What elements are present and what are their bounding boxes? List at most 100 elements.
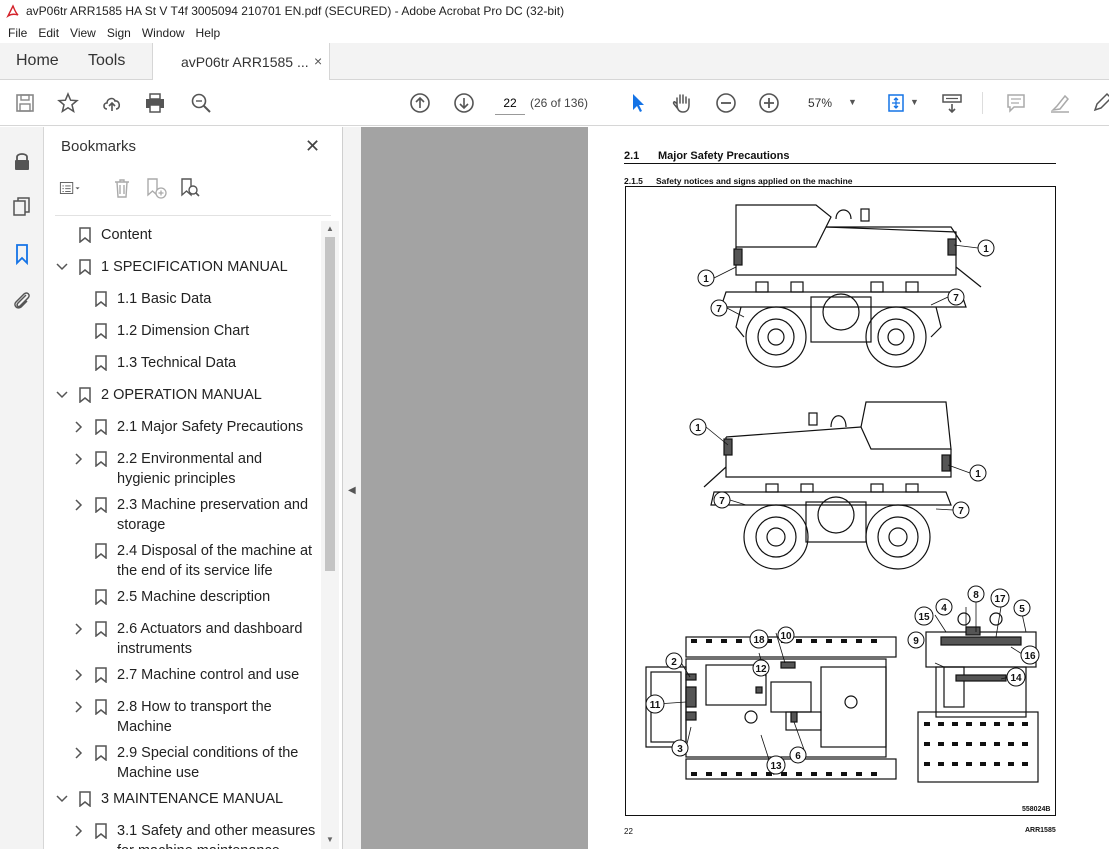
print-button[interactable] xyxy=(143,91,167,115)
fit-dropdown-icon[interactable]: ▼ xyxy=(910,97,919,107)
main-toolbar: (26 of 136) 57% ▼ ▼ xyxy=(0,80,1109,126)
bookmark-flag-icon xyxy=(95,355,107,371)
scroll-up-icon[interactable]: ▲ xyxy=(326,224,334,233)
chevron-right-icon[interactable] xyxy=(71,699,85,715)
previous-page-button[interactable] xyxy=(408,91,432,115)
comment-button[interactable] xyxy=(1004,91,1028,115)
document-view[interactable]: 2.1 Major Safety Precautions 2.1.5 Safety … xyxy=(361,127,1109,849)
chevron-right-icon[interactable] xyxy=(71,667,85,683)
attachments-panel-button[interactable] xyxy=(10,288,34,312)
list-options-icon xyxy=(59,182,80,194)
save-button[interactable] xyxy=(13,91,37,115)
lock-icon xyxy=(15,153,29,170)
menu-edit[interactable]: Edit xyxy=(34,26,66,40)
callout-label: 1 xyxy=(983,244,989,255)
panel-splitter[interactable]: ◀ xyxy=(343,127,361,849)
bookmark-flag-icon xyxy=(95,745,107,761)
menu-file[interactable]: File xyxy=(4,26,34,40)
collapse-panel-icon[interactable]: ◀ xyxy=(348,485,356,496)
bookmark-label: 2 OPERATION MANUAL xyxy=(101,387,262,403)
chevron-right-icon[interactable] xyxy=(71,451,85,467)
bookmark-flag-icon xyxy=(79,387,91,403)
section-title: Major Safety Precautions xyxy=(658,150,790,162)
pdf-page: 2.1 Major Safety Precautions 2.1.5 Safety … xyxy=(588,127,1109,849)
toolbar-separator xyxy=(982,92,983,114)
page-number: 22 xyxy=(624,827,633,836)
draw-button[interactable] xyxy=(1090,91,1109,115)
bookmarks-panel-button[interactable] xyxy=(10,242,34,266)
callout-label: 4 xyxy=(941,603,947,614)
bookmark-label-continued: instruments xyxy=(117,641,192,657)
paperclip-icon xyxy=(14,292,30,309)
subsection-heading: 2.1.5 Safety notices and signs applied on… xyxy=(624,176,853,186)
new-bookmark-button[interactable] xyxy=(145,177,171,203)
arrow-up-circle-icon xyxy=(410,93,430,113)
zoom-out-button[interactable] xyxy=(714,91,738,115)
callout-label: 7 xyxy=(953,293,959,304)
next-page-button[interactable] xyxy=(452,91,476,115)
menu-window[interactable]: Window xyxy=(138,26,192,40)
menu-view[interactable]: View xyxy=(66,26,103,40)
chevron-right-icon[interactable] xyxy=(71,621,85,637)
bookmarks-scrollbar[interactable]: ▲ ▼ xyxy=(321,221,339,849)
delete-bookmark-button[interactable] xyxy=(111,177,137,203)
bookmark-star-button[interactable] xyxy=(56,91,80,115)
bookmark-flag-icon xyxy=(95,621,107,637)
bookmark-label: 1.3 Technical Data xyxy=(117,355,237,371)
chevron-right-icon[interactable] xyxy=(71,823,85,839)
tab-close-button[interactable]: × xyxy=(314,53,322,69)
star-icon xyxy=(57,92,79,114)
chevron-right-icon[interactable] xyxy=(71,419,85,435)
bookmark-label: 3 MAINTENANCE MANUAL xyxy=(101,791,284,807)
tab-document[interactable]: avP06tr ARR1585 ... × xyxy=(152,43,330,80)
navigation-rail xyxy=(0,127,44,849)
callout-label: 5 xyxy=(1019,604,1025,615)
page-number-input[interactable] xyxy=(495,91,525,115)
zoom-level[interactable]: 57% xyxy=(808,96,832,110)
subsection-number: 2.1.5 xyxy=(624,176,643,186)
chevron-down-icon[interactable] xyxy=(55,791,69,807)
fit-page-button[interactable] xyxy=(884,91,908,115)
acrobat-logo-icon xyxy=(6,4,19,18)
scroll-mode-button[interactable] xyxy=(940,91,964,115)
zoom-dropdown-icon[interactable]: ▼ xyxy=(848,97,857,107)
bookmark-icon xyxy=(16,244,28,266)
bookmark-flag-icon xyxy=(95,667,107,683)
chevron-right-icon[interactable] xyxy=(71,745,85,761)
callout-label: 15 xyxy=(918,612,930,623)
close-panel-button[interactable]: ✕ xyxy=(305,136,320,157)
hand-tool-button[interactable] xyxy=(670,91,694,115)
hand-icon xyxy=(672,94,690,113)
bookmark-flag-icon xyxy=(95,451,107,467)
scrollbar-thumb[interactable] xyxy=(325,237,335,571)
callout-label: 1 xyxy=(695,423,701,434)
chevron-down-icon[interactable] xyxy=(55,259,69,275)
find-button[interactable] xyxy=(189,91,213,115)
menu-help[interactable]: Help xyxy=(192,26,228,40)
bookmark-options-button[interactable] xyxy=(59,177,85,203)
printer-icon xyxy=(146,93,164,113)
tab-tools[interactable]: Tools xyxy=(88,52,125,70)
document-code: ARR1585 xyxy=(1025,827,1056,834)
find-bookmark-button[interactable] xyxy=(179,177,205,203)
select-tool-button[interactable] xyxy=(626,91,650,115)
security-panel-button[interactable] xyxy=(10,149,34,173)
save-icon xyxy=(16,94,34,112)
comment-icon xyxy=(1007,94,1025,113)
zoom-in-button[interactable] xyxy=(757,91,781,115)
callout-label: 17 xyxy=(994,594,1006,605)
tab-home[interactable]: Home xyxy=(16,52,59,70)
bookmark-flag-icon xyxy=(79,227,91,243)
callout-label: 6 xyxy=(795,751,801,762)
menu-sign[interactable]: Sign xyxy=(103,26,138,40)
scroll-down-icon[interactable]: ▼ xyxy=(326,835,334,844)
share-button[interactable] xyxy=(100,91,124,115)
bookmarks-divider xyxy=(55,215,331,216)
bookmark-flag-icon xyxy=(95,419,107,435)
window-title-bar: avP06tr ARR1585 HA St V T4f 3005094 2107… xyxy=(0,0,1109,22)
highlight-button[interactable] xyxy=(1048,91,1072,115)
page-thumbnails-button[interactable] xyxy=(10,195,34,219)
chevron-down-icon[interactable] xyxy=(55,387,69,403)
chevron-right-icon[interactable] xyxy=(71,497,85,513)
bookmark-flag-icon xyxy=(95,589,107,605)
